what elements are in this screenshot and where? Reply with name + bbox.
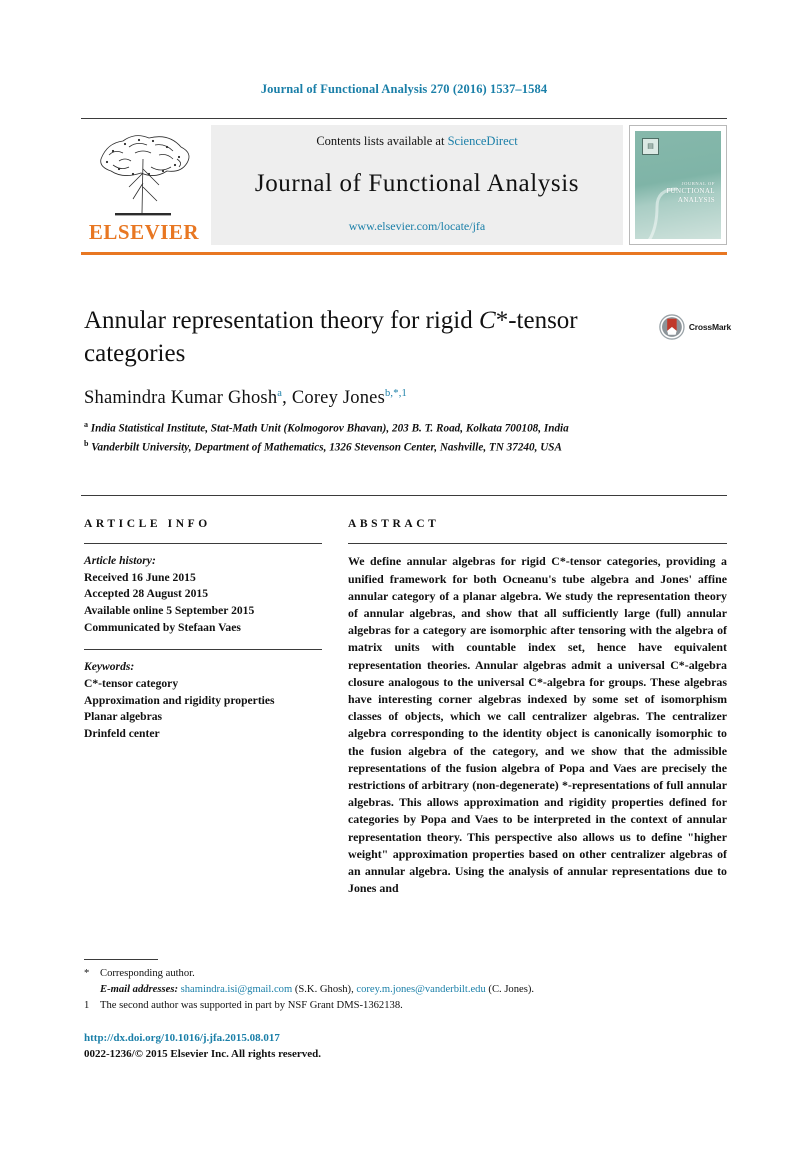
journal-homepage-link[interactable]: www.elsevier.com/locate/jfa [349,219,486,234]
article-first-page: Journal of Functional Analysis 270 (2016… [0,0,808,1162]
masthead-accent-rule [81,252,727,255]
author-2-name: Corey Jones [291,388,385,409]
copyright-line: 0022-1236/© 2015 Elsevier Inc. All right… [84,1047,321,1060]
keyword-item: C*-tensor category [84,677,179,691]
author-separator: , [282,388,292,409]
footnote-divider [84,959,158,961]
author-list: Shamindra Kumar Ghosha, Corey Jonesb,*,1 [84,388,684,409]
cover-artwork: ▤ JOURNAL OF FUNCTIONAL ANALYSIS [635,131,721,239]
sciencedirect-link[interactable]: ScienceDirect [448,134,518,148]
page-title: Annular representation theory for rigid … [84,305,644,370]
email-owner-ghosh: (S.K. Ghosh), [294,983,354,995]
elsevier-logo: ELSEVIER [81,125,207,245]
email-link-ghosh[interactable]: shamindra.isi@gmail.com [181,984,293,995]
footer-block: http://dx.doi.org/10.1016/j.jfa.2015.08.… [84,1031,684,1063]
elsevier-tree-icon [100,135,190,216]
doi-link[interactable]: http://dx.doi.org/10.1016/j.jfa.2015.08.… [84,1031,684,1047]
email-link-jones[interactable]: corey.m.jones@vanderbilt.edu [356,984,485,995]
article-info-rule [84,543,322,545]
affiliation-b-marker: b [84,438,89,448]
funding-note-marker: 1 [84,999,90,1011]
affiliation-a-text: India Statistical Institute, Stat-Math U… [90,422,569,435]
cover-publisher-badge: ▤ [642,138,659,155]
keywords-label: Keywords: [84,660,135,674]
journal-masthead: ELSEVIER Contents lists available at Sci… [81,118,727,245]
crossmark-logo-icon [659,314,685,340]
affiliation-a: a India Statistical Institute, Stat-Math… [84,419,684,438]
keyword-item: Planar algebras [84,710,163,724]
affiliation-b: b Vanderbilt University, Department of M… [84,438,684,457]
integral-swirl-icon [647,187,678,239]
communicated-by: Communicated by Stefaan Vaes [84,620,241,634]
email-owner-jones: (C. Jones). [488,983,535,995]
article-info-heading: ARTICLE INFO [84,518,211,530]
title-part-1: Annular representation theory for rigid [84,307,480,334]
masthead-center-panel: Contents lists available at ScienceDirec… [211,125,623,245]
abstract-column: ABSTRACT We define annular algebras for … [348,518,727,897]
journal-title: Journal of Functional Analysis [254,170,580,197]
contents-available-line: Contents lists available at ScienceDirec… [316,134,517,149]
title-block: Annular representation theory for rigid … [84,305,644,370]
author-1-name: Shamindra Kumar Ghosh [84,388,278,409]
running-head: Journal of Functional Analysis 270 (2016… [260,82,548,96]
received-date: Received 16 June 2015 [84,570,196,584]
abstract-heading: ABSTRACT [348,518,440,530]
available-online-date: Available online 5 September 2015 [84,604,255,618]
affiliation-a-marker: a [84,420,88,429]
keyword-item: Approximation and rigidity properties [84,693,275,707]
elsevier-wordmark: ELSEVIER [88,220,200,244]
footnote-block: * Corresponding author. E-mail addresses… [84,966,734,1014]
article-history-label: Article history: [84,554,156,568]
journal-cover-thumbnail[interactable]: ▤ JOURNAL OF FUNCTIONAL ANALYSIS [629,125,727,245]
info-section-divider [81,495,727,497]
keyword-item: Drinfeld center [84,726,160,740]
affiliation-list: a India Statistical Institute, Stat-Math… [84,419,684,456]
author-2-affiliation-marker[interactable]: b,*,1 [385,388,407,399]
article-history-group: Article history: Received 16 June 2015 A… [84,553,322,636]
email-label: E-mail addresses: [100,983,178,995]
keywords-group: Keywords: C*-tensor category Approximati… [84,659,322,742]
affiliation-b-text: Vanderbilt University, Department of Mat… [91,441,562,454]
corresponding-author-text: Corresponding author. [100,968,195,979]
accepted-date: Accepted 28 August 2015 [84,587,208,601]
title-italic-c: C [479,307,496,334]
corresponding-author-note: * Corresponding author. [84,966,734,982]
funding-note: 1 The second author was supported in par… [84,998,734,1014]
contents-prefix: Contents lists available at [316,134,448,148]
article-info-column: ARTICLE INFO Article history: Received 1… [84,518,322,742]
crossmark-badge[interactable]: CrossMark [659,312,731,342]
email-addresses-line: E-mail addresses: shamindra.isi@gmail.co… [84,982,734,998]
abstract-text: We define annular algebras for rigid C*-… [348,554,727,896]
funding-note-text: The second author was supported in part … [100,999,403,1011]
corresponding-author-marker: * [84,968,90,979]
abstract-rule [348,543,727,545]
crossmark-label: CrossMark [688,322,731,332]
keywords-rule [84,649,322,651]
